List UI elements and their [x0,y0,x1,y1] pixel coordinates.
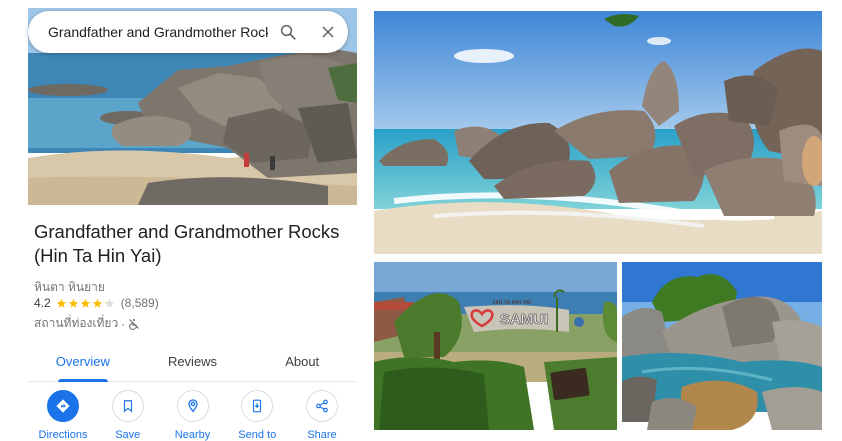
nearby-icon [187,399,198,413]
place-category[interactable]: สถานที่ท่องเที่ยว [34,314,118,333]
close-button[interactable] [308,12,348,52]
send-to-phone-button[interactable]: Send to [226,390,288,441]
directions-button[interactable]: Directions [32,390,94,441]
action-bar: Directions Save Nearby Send to Share [28,390,357,441]
tab-reviews[interactable]: Reviews [138,340,248,381]
save-button[interactable]: Save [97,390,159,441]
photo-main-rocks-beach[interactable] [374,11,822,254]
place-tabs: Overview Reviews About [28,340,357,382]
place-local-name: หินตา หินยาย [34,280,105,294]
send-to-label: Send to [238,429,277,441]
rating-row[interactable]: 4.2 (8,589) [34,296,159,310]
share-button[interactable]: Share [291,390,353,441]
share-icon [316,399,328,413]
tab-about[interactable]: About [247,340,357,381]
photo-rock-pool[interactable] [622,262,822,430]
star-icon [104,298,114,308]
search-icon [280,24,296,40]
send-to-phone-icon [253,399,262,413]
save-label: Save [115,429,141,441]
review-count[interactable]: (8,589) [121,296,159,310]
directions-icon [56,399,70,413]
sign-big-text: SAMUI [500,311,548,328]
share-label: Share [307,429,337,441]
search-box[interactable]: Grandfather and Grandmother Rocks [28,11,348,53]
place-panel: Grandfather and Grandmother Rocks Grandf… [28,8,357,441]
star-icon [56,298,66,308]
star-icon [92,298,102,308]
directions-label: Directions [38,429,88,441]
rating-value: 4.2 [34,296,51,310]
place-title: Grandfather and Grandmother Rocks (Hin T… [34,221,340,266]
search-input[interactable]: Grandfather and Grandmother Rocks [28,24,268,40]
tab-overview[interactable]: Overview [28,340,138,382]
star-icon [68,298,78,308]
sign-small-text: HIN TA HIN YAI [493,300,532,306]
separator: · [121,316,126,331]
nearby-label: Nearby [174,429,211,441]
photo-samui-sign[interactable]: HIN TA HIN YAI SAMUI [374,262,617,430]
star-icon [80,298,90,308]
no-wheelchair-icon [129,318,140,330]
nearby-button[interactable]: Nearby [162,390,224,441]
close-icon [322,26,334,38]
bookmark-icon [123,400,132,413]
category-row: สถานที่ท่องเที่ยว · [34,314,140,333]
rating-stars [56,298,116,309]
search-button[interactable] [268,12,308,52]
